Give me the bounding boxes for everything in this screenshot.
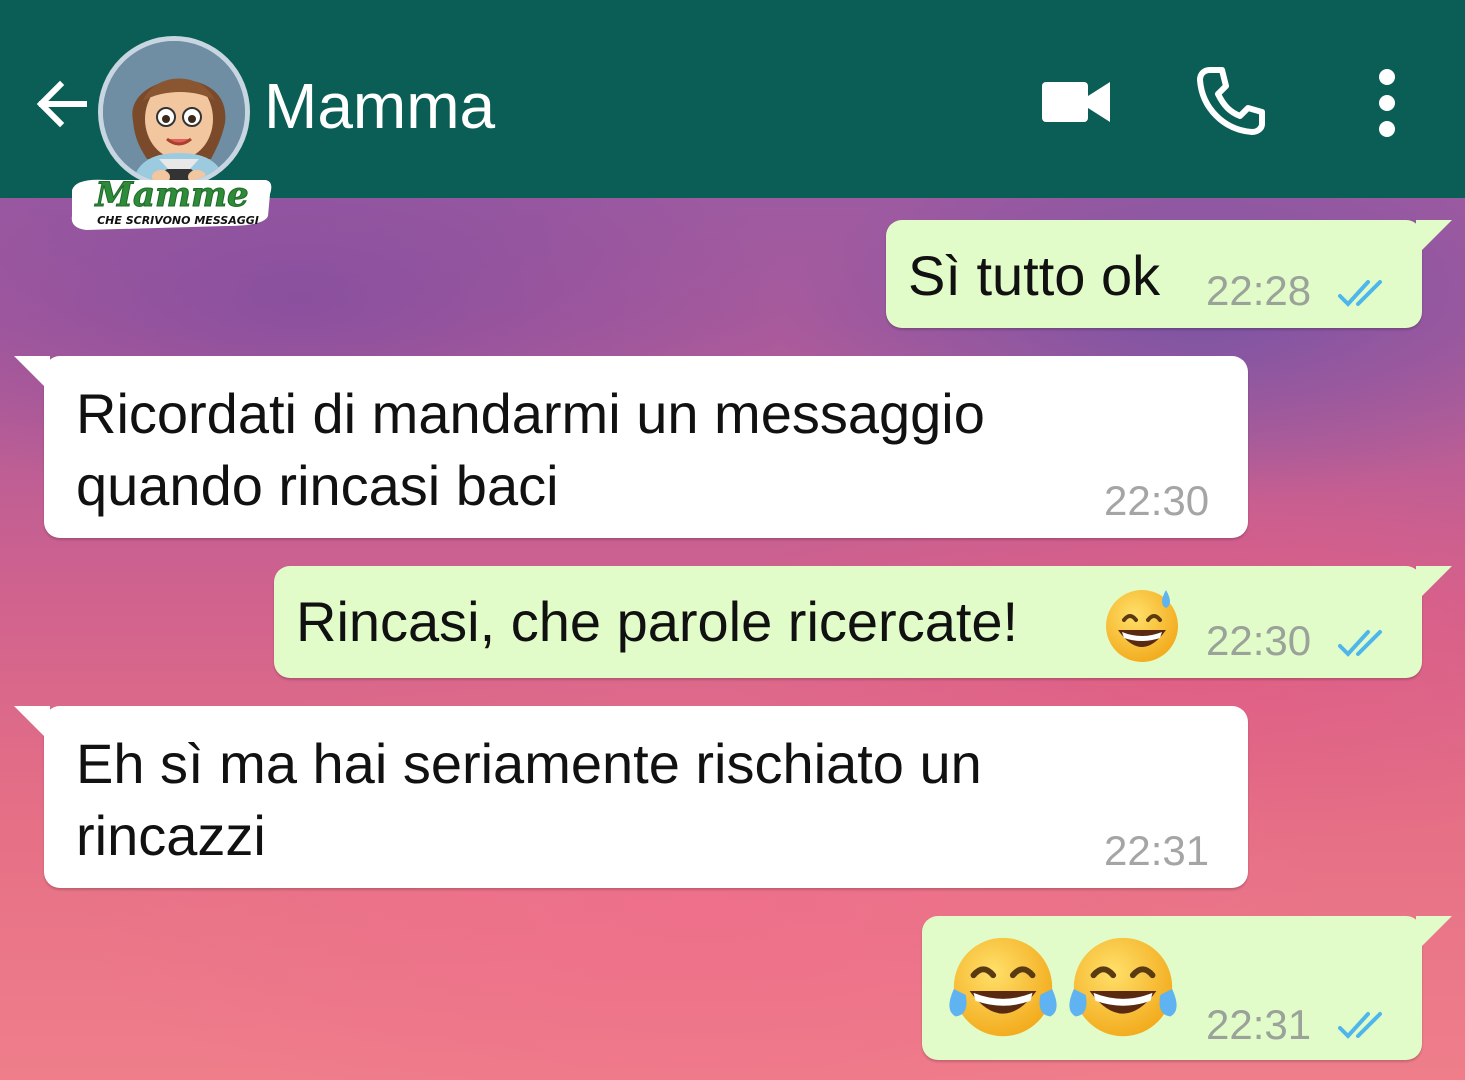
grinning-sweat-emoji-icon bbox=[1106, 590, 1178, 662]
message-time: 22:31 bbox=[1104, 827, 1210, 874]
message-time: 22:31 bbox=[1206, 1001, 1312, 1048]
message-text: Sì tutto ok bbox=[908, 244, 1161, 307]
logo-subtitle: CHE SCRIVONO MESSAGGI bbox=[97, 214, 259, 227]
arrow-left-icon[interactable] bbox=[30, 72, 94, 136]
more-vert-icon[interactable] bbox=[1370, 68, 1404, 138]
message-bubble-incoming[interactable]: Ricordati di mandarmi un messaggio quand… bbox=[14, 356, 1248, 538]
message-time: 22:30 bbox=[1206, 617, 1312, 664]
bubble-tail bbox=[14, 356, 50, 392]
bubble-tail bbox=[1416, 220, 1452, 256]
mamme-logo: Mamme CHE SCRIVONO MESSAGGI bbox=[71, 175, 272, 230]
message-bubble-outgoing[interactable]: Sì tutto ok 22:28 bbox=[886, 220, 1452, 328]
tears-of-joy-emoji-icon bbox=[1069, 937, 1177, 1037]
chat-header: Mamme CHE SCRIVONO MESSAGGI Mamma bbox=[0, 0, 1465, 230]
bubble-tail bbox=[14, 706, 50, 742]
message-text-line: Eh sì ma hai seriamente rischiato un bbox=[76, 732, 982, 795]
message-time: 22:30 bbox=[1104, 477, 1210, 524]
message-text-line: Ricordati di mandarmi un messaggio bbox=[76, 382, 985, 445]
message-bubble-outgoing[interactable]: Rincasi, che parole ricercate! 22:30 bbox=[274, 566, 1452, 678]
message-bubble-incoming[interactable]: Eh sì ma hai seriamente rischiato un rin… bbox=[14, 706, 1248, 888]
contact-name[interactable]: Mamma bbox=[264, 68, 495, 144]
bubble-tail bbox=[1416, 916, 1452, 952]
message-text-line: quando rincasi baci bbox=[76, 454, 559, 517]
message-bubble-outgoing[interactable]: 22:31 bbox=[922, 916, 1452, 1060]
message-text: Rincasi, che parole ricercate! bbox=[296, 590, 1019, 653]
message-time: 22:28 bbox=[1206, 267, 1312, 314]
bubble-tail bbox=[1416, 566, 1452, 602]
logo-title: Mamme bbox=[94, 175, 248, 215]
tears-of-joy-emoji-icon bbox=[949, 937, 1057, 1037]
double-check-icon bbox=[1338, 1012, 1382, 1039]
message-text-line: rincazzi bbox=[76, 804, 266, 867]
double-check-icon bbox=[1338, 280, 1382, 307]
phone-icon[interactable] bbox=[1196, 66, 1266, 136]
mom-cartoon-icon bbox=[103, 41, 245, 183]
contact-avatar[interactable] bbox=[98, 36, 250, 188]
videocam-icon[interactable] bbox=[1040, 76, 1112, 128]
double-check-icon bbox=[1338, 630, 1382, 657]
